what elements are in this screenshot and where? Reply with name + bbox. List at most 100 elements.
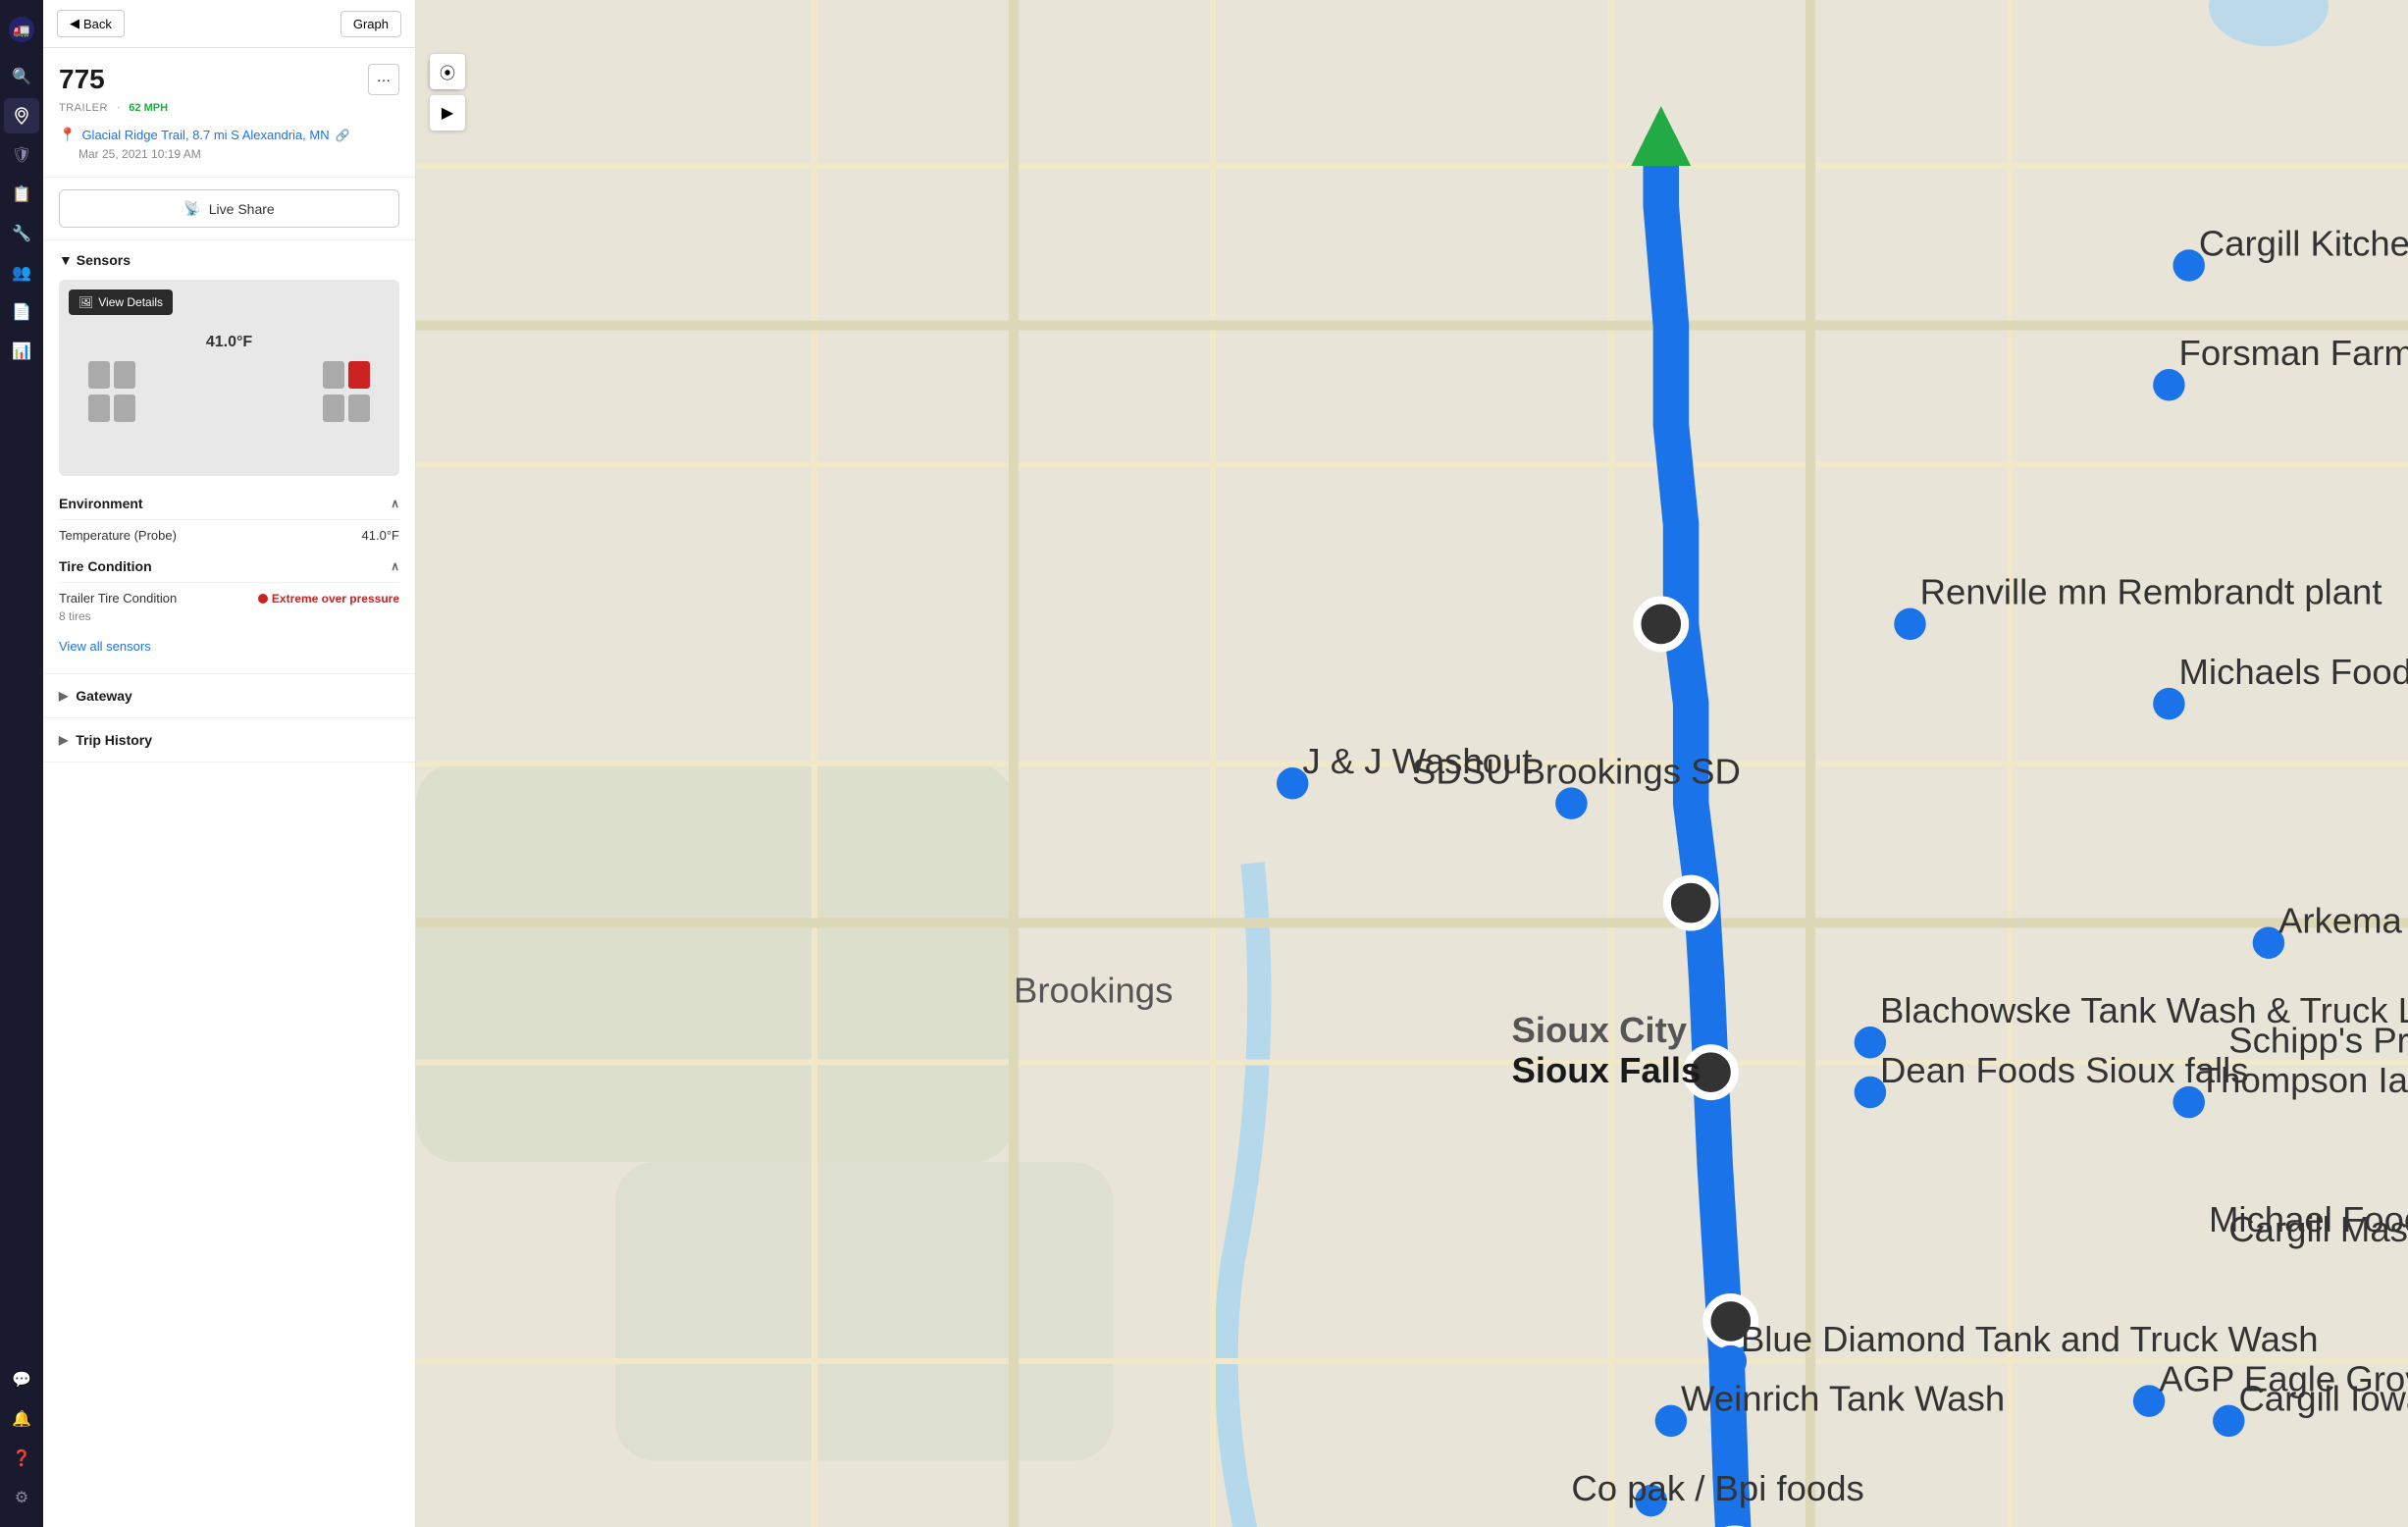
tire-condition-header[interactable]: Tire Condition ∧ [59, 551, 399, 582]
svg-text:Sioux Falls: Sioux Falls [1512, 1050, 1701, 1090]
speed-badge: 62 MPH [129, 102, 168, 114]
back-button[interactable]: ◀ Back [57, 10, 125, 37]
svg-text:Thompson Ia rembrandt plant: Thompson Ia rembrandt plant [2199, 1060, 2408, 1100]
sensors-section: ▼ Sensors 🖼 View Details 41.0°F [43, 240, 415, 674]
image-icon: 🖼 [79, 295, 93, 309]
sensor-card: 🖼 View Details 41.0°F [59, 280, 399, 476]
gateway-expand-icon: ▶ [59, 689, 68, 703]
tire-rl1 [323, 361, 344, 389]
location-link[interactable]: Glacial Ridge Trail, 8.7 mi S Alexandria… [81, 128, 329, 142]
asset-header: 775 ··· TRAILER · 62 MPH 📍 Glacial Ridge… [43, 48, 415, 178]
sidebar-shield[interactable]: 🛡 [4, 137, 39, 173]
view-details-button[interactable]: 🖼 View Details [69, 290, 173, 315]
play-button[interactable]: ▶ [430, 95, 465, 131]
sidebar: 🚛 🔍 🛡 📋 🔧 👥 📄 📊 💬 🔔 ❓ ⚙ [0, 0, 43, 1527]
trip-history-label: Trip History [76, 732, 152, 748]
map-controls: ⦿ ▶ [430, 54, 465, 131]
tire-condition-label: Tire Condition [59, 558, 152, 574]
sidebar-chart[interactable]: 📊 [4, 334, 39, 369]
trailer-tire-label: Trailer Tire Condition [59, 591, 177, 606]
tire-fl [88, 361, 110, 389]
trip-history-section[interactable]: ▶ Trip History [43, 718, 415, 763]
live-share-section: 📡 Live Share [43, 178, 415, 240]
svg-text:Renville mn Rembrandt plant: Renville mn Rembrandt plant [1920, 572, 2382, 612]
svg-text:Weinrich Tank Wash: Weinrich Tank Wash [1681, 1379, 2005, 1419]
tire-rr2 [348, 395, 370, 422]
sidebar-group[interactable]: 👥 [4, 255, 39, 290]
svg-text:🚛: 🚛 [13, 22, 29, 38]
tire-mr [114, 395, 135, 422]
tire-condition-chevron-icon: ∧ [391, 559, 399, 573]
environment-chevron-icon: ∧ [391, 497, 399, 510]
tire-grid [69, 361, 390, 422]
tire-rr1-alert [348, 361, 370, 389]
tire-cond-header: Trailer Tire Condition Extreme over pres… [59, 591, 399, 606]
svg-text:J & J Washout: J & J Washout [1302, 741, 1532, 781]
graph-button[interactable]: Graph [340, 11, 401, 37]
svg-text:Co pak / Bpi foods: Co pak / Bpi foods [1571, 1468, 1863, 1508]
map-svg: Cargill Kitchen Monticello Forsman Farms… [416, 0, 2408, 1527]
tire-row-1 [88, 361, 135, 389]
sidebar-settings[interactable]: ⚙ [4, 1480, 39, 1515]
tire-row-3 [323, 361, 370, 389]
svg-text:Dean Foods Sioux falls: Dean Foods Sioux falls [1880, 1050, 2248, 1090]
sensors-header[interactable]: ▼ Sensors [43, 240, 415, 280]
view-all-sensors-link[interactable]: View all sensors [59, 631, 399, 661]
temperature-row: Temperature (Probe) 41.0°F [59, 519, 399, 551]
tire-axle-2 [323, 361, 370, 422]
center-location-button[interactable]: ⦿ [430, 54, 465, 89]
svg-text:Cargill Mason city: Cargill Mason city [2228, 1209, 2408, 1249]
live-share-button[interactable]: 📡 Live Share [59, 189, 399, 228]
svg-text:Michaels Foods gaylord: Michaels Foods gaylord [2179, 652, 2408, 692]
temperature-label: Temperature (Probe) [59, 528, 177, 543]
sidebar-wrench[interactable]: 🔧 [4, 216, 39, 251]
svg-text:Arkema Blooming: Arkema Blooming [2278, 901, 2408, 941]
sidebar-docs[interactable]: 📋 [4, 177, 39, 212]
tire-condition-row: Trailer Tire Condition Extreme over pres… [59, 582, 399, 631]
pressure-alert: Extreme over pressure [258, 592, 399, 606]
map-area: ◀ ⦿ ▶ [416, 0, 2408, 1527]
sidebar-search[interactable]: 🔍 [4, 59, 39, 94]
sidebar-messages[interactable]: 💬 [4, 1362, 39, 1397]
tire-fr [114, 361, 135, 389]
trip-history-expand-icon: ▶ [59, 733, 68, 747]
tire-row-2 [88, 395, 135, 422]
svg-text:Cargill Iowa falls: Cargill Iowa falls [2238, 1379, 2408, 1419]
environment-label: Environment [59, 496, 143, 511]
sensors-content: 🖼 View Details 41.0°F [43, 280, 415, 673]
tire-axle-1 [88, 361, 135, 422]
location-pin-icon: 📍 [59, 127, 76, 143]
temperature-value: 41.0°F [362, 528, 399, 543]
tire-row-4 [323, 395, 370, 422]
svg-text:Schipp's Pro Power Wash: Schipp's Pro Power Wash [2228, 1020, 2408, 1060]
svg-text:Forsman Farms Howard Lake: Forsman Farms Howard Lake [2179, 333, 2408, 373]
asset-type: TRAILER [59, 102, 108, 114]
environment-subsection: Environment ∧ Temperature (Probe) 41.0°F [59, 488, 399, 551]
gateway-section[interactable]: ▶ Gateway [43, 674, 415, 718]
svg-text:Blue Diamond Tank and Truck Wa: Blue Diamond Tank and Truck Wash [1741, 1319, 2319, 1359]
sidebar-help[interactable]: ❓ [4, 1441, 39, 1476]
more-options-button[interactable]: ··· [368, 64, 399, 95]
collapse-arrow-icon: ▼ [59, 252, 77, 268]
temperature-display: 41.0°F [69, 334, 390, 351]
share-icon: 📡 [183, 200, 200, 217]
svg-text:Brookings: Brookings [1014, 971, 1173, 1011]
top-bar: ◀ Back Graph [43, 0, 415, 48]
svg-text:Cargill Kitchen Monticello: Cargill Kitchen Monticello [2199, 223, 2408, 263]
tire-ml [88, 395, 110, 422]
sensors-label: ▼ Sensors [59, 252, 131, 268]
gateway-label: Gateway [76, 688, 132, 704]
tire-condition-subsection: Tire Condition ∧ Trailer Tire Condition … [59, 551, 399, 661]
timestamp: Mar 25, 2021 10:19 AM [79, 147, 399, 161]
environment-header[interactable]: Environment ∧ [59, 488, 399, 519]
svg-text:Sioux City: Sioux City [1512, 1010, 1688, 1050]
asset-id: 775 [59, 64, 105, 95]
tire-count: 8 tires [59, 609, 399, 623]
sidebar-tracking[interactable] [4, 98, 39, 133]
sidebar-bell[interactable]: 🔔 [4, 1401, 39, 1437]
tire-rl2 [323, 395, 344, 422]
back-arrow-icon: ◀ [70, 16, 79, 31]
external-link-icon: 🔗 [336, 129, 350, 142]
logo-icon: 🚛 [4, 12, 39, 47]
sidebar-clipboard[interactable]: 📄 [4, 294, 39, 330]
